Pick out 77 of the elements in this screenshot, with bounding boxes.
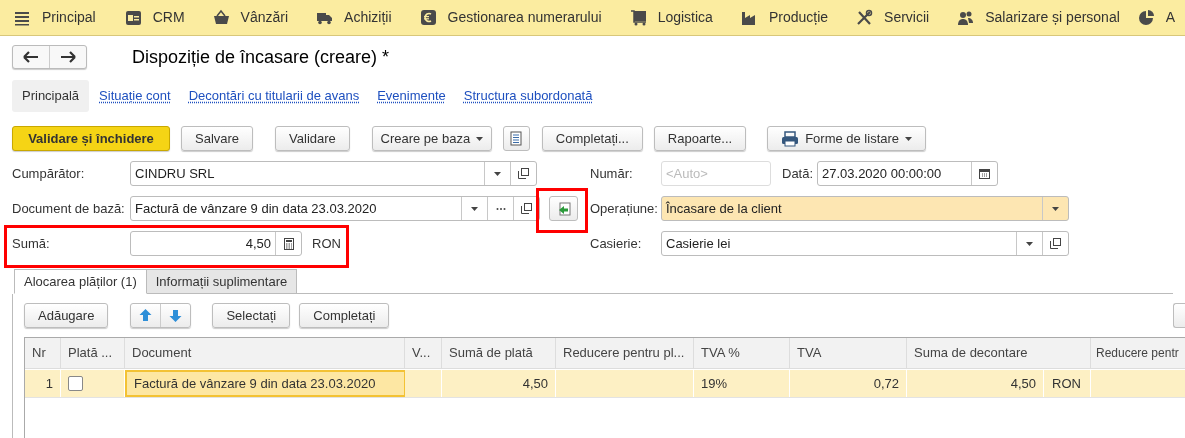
table-cell: 1	[25, 370, 61, 397]
input-field[interactable]: Încasare de la client	[661, 196, 1069, 221]
id-card-icon[interactable]	[124, 9, 142, 26]
field-label: Sumă:	[12, 234, 51, 253]
table-cell: Factură de vânzare 9 din data 23.03.2020	[125, 370, 405, 397]
print-forms-button[interactable]: Forme de listare	[767, 126, 927, 151]
section-tab[interactable]: Decontări cu titularii de avans	[188, 86, 360, 106]
section-tab[interactable]: Structura subordonată	[463, 86, 593, 106]
tab[interactable]: Informații suplimentare	[146, 269, 298, 294]
table-cell: 4,50	[907, 370, 1044, 397]
menu-item[interactable]: Salarizare și personal	[985, 7, 1120, 28]
people-icon[interactable]	[957, 9, 975, 26]
document-icon	[510, 131, 523, 146]
column-header[interactable]: Reducere pentru pl...	[556, 338, 694, 368]
checkbox[interactable]	[68, 376, 83, 391]
table-cell: 0,72	[790, 370, 907, 397]
column-header[interactable]: Suma de decontare	[907, 338, 1091, 368]
basket-icon[interactable]	[212, 9, 230, 26]
field-label: Operațiune:	[590, 199, 659, 218]
toolbar-button[interactable]: Rapoarte...	[653, 126, 747, 151]
input-field[interactable]: 4,50	[130, 231, 302, 256]
window-title: Dispoziție de încasare (creare) *	[132, 45, 390, 69]
toolbar-button[interactable]: Validare	[275, 126, 350, 151]
section-tab[interactable]: Principală	[12, 80, 90, 112]
field-label: Document de bază:	[12, 199, 126, 218]
table-cell-text: RON	[1051, 374, 1082, 393]
table-cell: 4,50	[442, 370, 556, 397]
primary-button[interactable]: Validare și închidere	[12, 126, 170, 151]
menu-item[interactable]: Servicii	[884, 7, 930, 28]
input-field[interactable]: 27.03.2020 00:00:00	[817, 161, 998, 186]
column-header[interactable]: TVA %	[694, 338, 790, 368]
column-header[interactable]: V...	[405, 338, 442, 368]
menu-icon[interactable]	[14, 9, 31, 26]
pie-chart-icon[interactable]	[1137, 9, 1155, 26]
toolbar-button[interactable]: Adăugare	[24, 303, 109, 328]
menu-item[interactable]: CRM	[152, 7, 185, 28]
printer-icon	[781, 130, 800, 147]
caret-icon	[476, 136, 484, 141]
field-label: Cumpărător:	[12, 164, 86, 183]
section-tab[interactable]: Situație cont	[99, 86, 171, 106]
toolbar-button[interactable]: Completați	[299, 303, 390, 328]
field-label: Număr:	[590, 164, 634, 183]
menu-item[interactable]: Principal	[42, 7, 96, 28]
column-header[interactable]: Document	[125, 338, 405, 368]
column-header[interactable]: Reducere pentr	[1091, 338, 1185, 368]
menu-item[interactable]: Gestionarea numerarului	[447, 7, 602, 28]
section-tab[interactable]: Evenimente	[377, 86, 446, 106]
column-header[interactable]: Sumă de plată	[442, 338, 556, 368]
toolbar-button[interactable]: Selectați	[212, 303, 291, 328]
column-header[interactable]: TVA	[790, 338, 907, 368]
factory-icon[interactable]	[740, 9, 758, 26]
input-field[interactable]: Casierie lei	[661, 231, 1069, 256]
input-field[interactable]: Factură de vânzare 9 din data 23.03.2020	[130, 196, 540, 221]
column-header[interactable]: Plată ...	[61, 338, 125, 368]
toolbar-button[interactable]: Creare pe baza	[371, 126, 492, 151]
menu-item[interactable]: Logistica	[657, 7, 713, 28]
document-button[interactable]	[502, 126, 530, 151]
menu-item[interactable]: A	[1165, 7, 1176, 28]
tools-icon[interactable]	[856, 9, 874, 26]
toolbar-button[interactable]: Completați...	[541, 126, 643, 151]
fill-from-document-button[interactable]	[549, 196, 578, 221]
field-label: Dată:	[782, 164, 815, 183]
euro-icon[interactable]	[419, 9, 437, 26]
menu-item[interactable]: Vânzări	[240, 7, 289, 28]
input-field[interactable]: CINDRU SRL	[130, 161, 537, 186]
cart-icon[interactable]	[629, 9, 647, 26]
toolbar-button[interactable]: Salvare	[181, 126, 254, 151]
caret-icon	[905, 136, 913, 141]
currency-label: RON	[312, 234, 341, 253]
menu-item[interactable]: Producție	[768, 7, 829, 28]
highlight-box	[536, 188, 588, 233]
tab[interactable]: Alocarea plăților (1)	[14, 269, 147, 294]
field-label: Casierie:	[590, 234, 643, 253]
table-row[interactable]: 1 Factură de vânzare 9 din data 23.03.2020 4,50 19% 0,72 4,50 RON	[25, 370, 1185, 398]
table-cell: 19%	[694, 370, 790, 397]
column-header[interactable]: Nr	[25, 338, 61, 368]
menu-item[interactable]: Achiziții	[344, 7, 392, 28]
